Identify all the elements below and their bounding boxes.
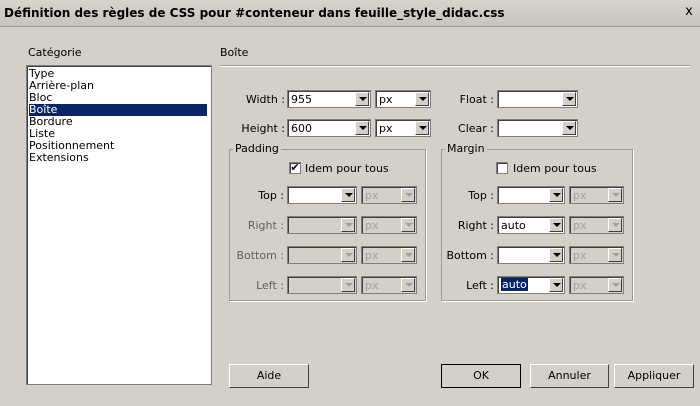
chevron-down-icon[interactable]: [562, 121, 576, 135]
margin-same-checkbox[interactable]: [496, 162, 508, 174]
padding-top-unit: px: [361, 186, 417, 204]
chevron-down-icon: [608, 278, 622, 292]
float-select[interactable]: [497, 90, 578, 108]
margin-right-input[interactable]: auto: [497, 216, 565, 234]
height-input[interactable]: 600: [287, 119, 371, 137]
margin-top-unit: px: [569, 186, 624, 204]
margin-right-value: auto: [501, 219, 526, 232]
margin-right-unit-value: px: [573, 219, 587, 232]
help-button[interactable]: Aide: [229, 364, 309, 388]
margin-top-unit-value: px: [573, 189, 587, 202]
height-value: 600: [291, 122, 312, 135]
category-item-extensions[interactable]: Extensions: [29, 152, 207, 164]
width-unit-select[interactable]: px: [375, 90, 431, 108]
padding-right-unit: px: [361, 216, 417, 234]
chevron-down-icon: [401, 278, 415, 292]
margin-left-unit-value: px: [573, 279, 587, 292]
window-title: Définition des règles de CSS pour #conte…: [4, 6, 505, 20]
padding-bottom-unit: px: [361, 246, 417, 264]
chevron-down-icon[interactable]: [341, 188, 355, 202]
close-icon[interactable]: x: [682, 5, 696, 19]
margin-top-label: Top :: [468, 189, 494, 202]
category-label: Catégorie: [28, 46, 82, 59]
margin-same-label: Idem pour tous: [513, 162, 597, 175]
width-input[interactable]: 955: [287, 90, 371, 108]
margin-legend: Margin: [445, 142, 487, 155]
margin-bottom-unit: px: [569, 246, 624, 264]
chevron-down-icon: [608, 188, 622, 202]
clear-select[interactable]: [497, 119, 578, 137]
padding-top-input[interactable]: [287, 186, 357, 204]
margin-left-unit: px: [569, 276, 624, 294]
chevron-down-icon[interactable]: [355, 92, 369, 106]
margin-bottom-label: Bottom :: [446, 249, 494, 262]
apply-button[interactable]: Appliquer: [614, 364, 694, 388]
margin-top-input[interactable]: [497, 186, 565, 204]
panel-title: Boîte: [220, 46, 249, 59]
panel-divider: [220, 65, 690, 67]
padding-left-unit: px: [361, 276, 417, 294]
category-item-border[interactable]: Bordure: [29, 116, 207, 128]
padding-bottom-unit-value: px: [365, 249, 379, 262]
padding-top-label: Top :: [258, 189, 284, 202]
width-value: 955: [291, 93, 312, 106]
category-item-background[interactable]: Arrière-plan: [29, 80, 207, 92]
cancel-button[interactable]: Annuler: [530, 364, 609, 388]
margin-right-label: Right :: [457, 219, 494, 232]
clear-label: Clear :: [458, 122, 494, 135]
title-bar: Définition des règles de CSS pour #conte…: [0, 0, 700, 27]
width-label: Width :: [245, 93, 285, 106]
padding-right-label: Right :: [247, 219, 284, 232]
ok-button[interactable]: OK: [441, 364, 521, 388]
width-unit-value: px: [379, 93, 393, 106]
padding-bottom-input: [287, 246, 357, 264]
chevron-down-icon: [401, 188, 415, 202]
chevron-down-icon[interactable]: [415, 121, 429, 135]
padding-left-label: Left :: [256, 279, 284, 292]
chevron-down-icon[interactable]: [549, 188, 563, 202]
padding-top-unit-value: px: [365, 189, 379, 202]
chevron-down-icon[interactable]: [549, 218, 563, 232]
chevron-down-icon: [401, 218, 415, 232]
height-unit-value: px: [379, 122, 393, 135]
height-unit-select[interactable]: px: [375, 119, 431, 137]
height-label: Height :: [241, 122, 285, 135]
chevron-down-icon[interactable]: [355, 121, 369, 135]
chevron-down-icon[interactable]: [549, 248, 563, 262]
chevron-down-icon[interactable]: [549, 278, 563, 292]
padding-left-unit-value: px: [365, 279, 379, 292]
padding-right-unit-value: px: [365, 219, 379, 232]
padding-left-input: [287, 276, 357, 294]
margin-bottom-unit-value: px: [573, 249, 587, 262]
chevron-down-icon[interactable]: [562, 92, 576, 106]
margin-left-label: Left :: [466, 279, 494, 292]
padding-legend: Padding: [233, 142, 281, 155]
chevron-down-icon: [341, 248, 355, 262]
margin-bottom-input[interactable]: [497, 246, 565, 264]
padding-right-input: [287, 216, 357, 234]
chevron-down-icon: [341, 278, 355, 292]
padding-bottom-label: Bottom :: [236, 249, 284, 262]
chevron-down-icon: [341, 218, 355, 232]
padding-same-label: Idem pour tous: [305, 162, 389, 175]
margin-right-unit: px: [569, 216, 624, 234]
chevron-down-icon: [608, 248, 622, 262]
category-list[interactable]: Type Arrière-plan Bloc Boîte Bordure Lis…: [26, 65, 212, 385]
chevron-down-icon: [401, 248, 415, 262]
chevron-down-icon[interactable]: [415, 92, 429, 106]
margin-left-input[interactable]: auto: [497, 276, 565, 294]
float-label: Float :: [459, 93, 494, 106]
padding-same-checkbox[interactable]: ✔: [289, 162, 301, 174]
chevron-down-icon: [608, 218, 622, 232]
margin-left-value: auto: [501, 278, 528, 291]
